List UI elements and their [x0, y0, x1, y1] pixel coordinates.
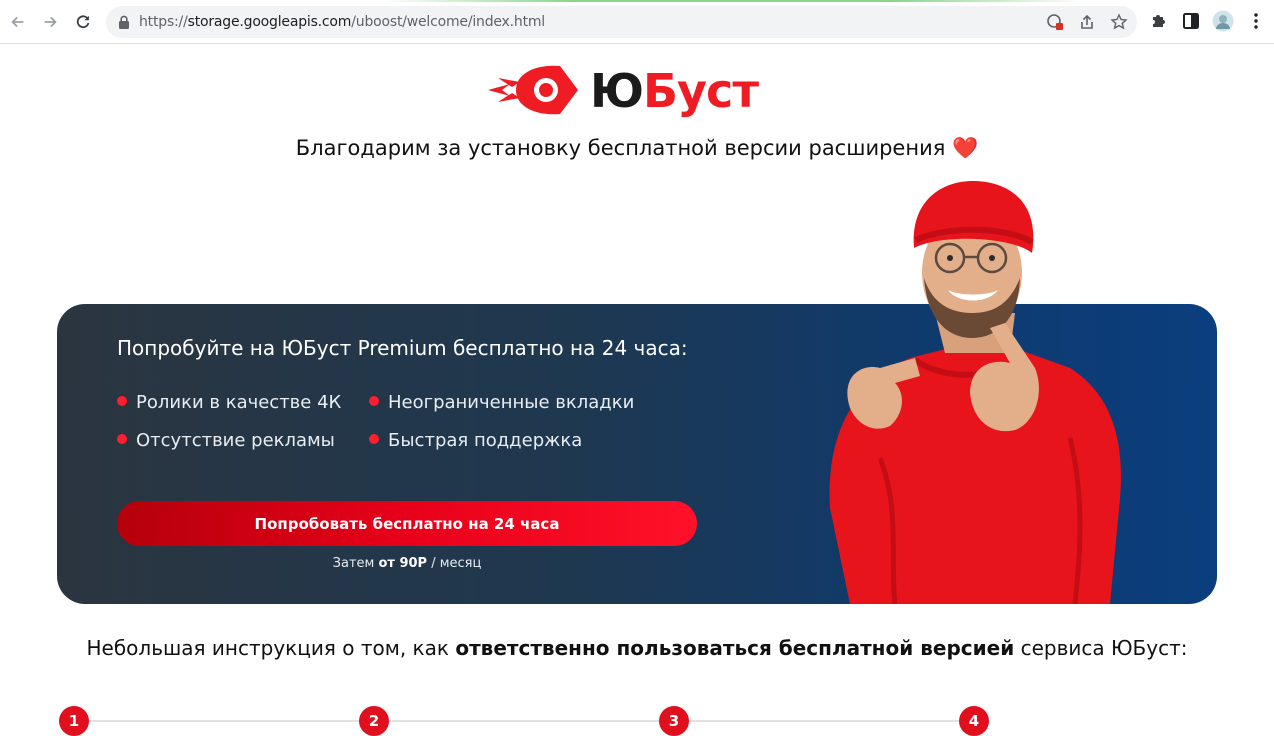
reload-button[interactable]: [71, 10, 95, 34]
try-free-button[interactable]: Попробовать бесплатно на 24 часа: [117, 501, 697, 546]
bookmark-star-icon[interactable]: [1110, 13, 1128, 31]
step-number-3: 3: [659, 706, 689, 736]
step-number-4: 4: [959, 706, 989, 736]
step-connector: [389, 720, 659, 722]
reload-icon: [76, 15, 90, 29]
thanks-text: Благодарим за установку бесплатной верси…: [295, 136, 946, 160]
step-number-1: 1: [59, 706, 89, 736]
back-button[interactable]: [6, 10, 30, 34]
step-connector: [689, 720, 959, 722]
logo-wordmark: ЮБуст: [590, 64, 759, 118]
man-in-red-sweater-image: [829, 180, 1121, 604]
feature-item: Быстрая поддержка: [369, 430, 582, 451]
heart-icon: ❤️: [952, 136, 979, 160]
banner-title: Попробуйте на ЮБуст Premium бесплатно на…: [117, 336, 688, 360]
profile-avatar[interactable]: [1212, 10, 1234, 32]
rocket-logo-icon: [488, 65, 578, 115]
price-note: Затем от 90Р / месяц: [332, 556, 482, 571]
instruction-heading: Небольшая инструкция о том, как ответств…: [86, 636, 1188, 660]
side-panel-icon[interactable]: [1181, 11, 1201, 31]
browser-toolbar: https://storage.googleapis.com/uboost/we…: [0, 0, 1274, 44]
bullet-dot-icon: [117, 396, 127, 406]
forward-button[interactable]: [38, 10, 62, 34]
lock-icon: [119, 15, 129, 29]
address-bar[interactable]: https://storage.googleapis.com/uboost/we…: [106, 6, 1137, 38]
uboost-logo[interactable]: ЮБуст: [486, 60, 790, 118]
menu-kebab-icon[interactable]: [1246, 11, 1266, 31]
share-icon[interactable]: [1078, 13, 1096, 31]
bullet-dot-icon: [117, 434, 127, 444]
feature-item: Неограниченные вкладки: [369, 392, 634, 413]
url-text: https://storage.googleapis.com/uboost/we…: [139, 14, 545, 30]
bullet-dot-icon: [369, 434, 379, 444]
step-connector: [89, 720, 359, 722]
extensions-puzzle-icon[interactable]: [1149, 11, 1169, 31]
bullet-dot-icon: [369, 396, 379, 406]
translate-blocked-icon[interactable]: [1046, 13, 1064, 31]
arrow-right-icon: [44, 16, 57, 28]
feature-item: Ролики в качестве 4К: [117, 392, 341, 413]
step-number-2: 2: [359, 706, 389, 736]
arrow-left-icon: [11, 16, 24, 28]
thanks-message: Благодарим за установку бесплатной верси…: [0, 136, 1274, 161]
loading-indicator: [0, 0, 1274, 2]
feature-item: Отсутствие рекламы: [117, 430, 335, 451]
